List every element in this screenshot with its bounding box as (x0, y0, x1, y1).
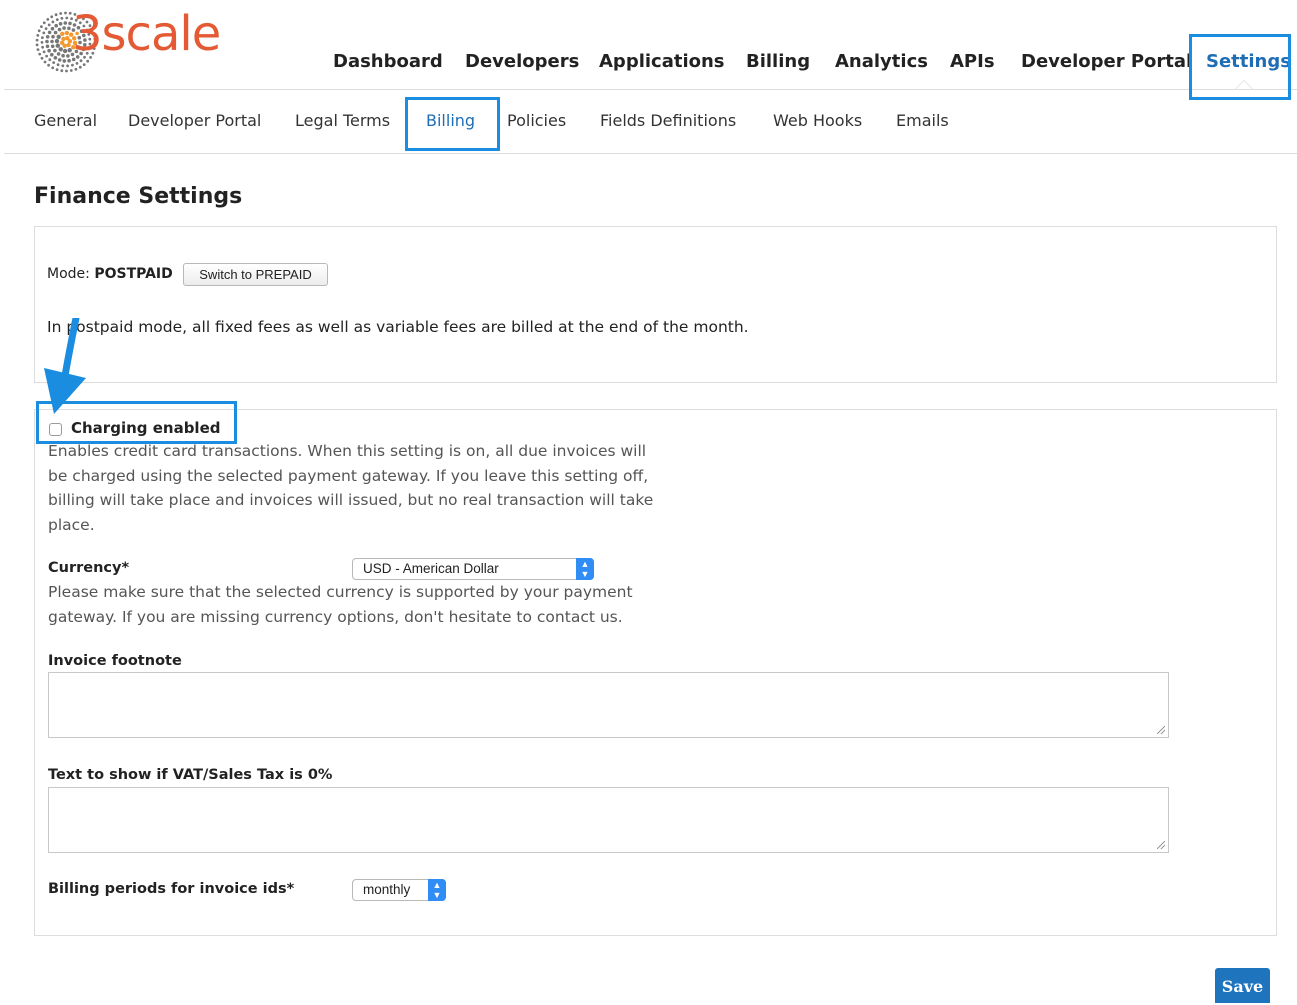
top-nav-apis[interactable]: APIs (950, 48, 995, 76)
sub-nav-policies[interactable]: Policies (507, 106, 566, 136)
header-divider (4, 89, 1297, 90)
vat-text-label: Text to show if VAT/Sales Tax is 0% (48, 767, 333, 783)
resize-grip-icon[interactable] (1157, 726, 1165, 734)
mode-description: In postpaid mode, all fixed fees as well… (47, 318, 749, 336)
billing-periods-select-value: monthly (363, 882, 411, 897)
billing-tab-highlight-annotation (405, 97, 500, 151)
brand-name[interactable]: 3scale (72, 6, 221, 62)
sub-nav-fields-definitions[interactable]: Fields Definitions (600, 106, 736, 136)
top-nav-dashboard[interactable]: Dashboard (333, 48, 443, 76)
charging-help-text: Enables credit card transactions. When t… (48, 442, 654, 534)
sub-nav-web-hooks[interactable]: Web Hooks (773, 106, 862, 136)
billing-periods-select[interactable]: monthly ▲ ▼ (352, 879, 446, 901)
select-arrows-icon: ▲ ▼ (428, 879, 446, 901)
currency-select-value: USD - American Dollar (363, 561, 499, 576)
mode-label: Mode: (47, 266, 90, 282)
page-title: Finance Settings (34, 184, 243, 209)
top-nav-developer-portal[interactable]: Developer Portal (1021, 48, 1192, 76)
top-nav-analytics[interactable]: Analytics (835, 48, 928, 76)
mode-row: Mode: POSTPAID (47, 263, 173, 285)
currency-select[interactable]: USD - American Dollar ▲ ▼ (352, 558, 594, 580)
sub-nav-general[interactable]: General (34, 106, 97, 136)
resize-grip-icon[interactable] (1157, 841, 1165, 849)
currency-help-text: Please make sure that the selected curre… (48, 583, 633, 626)
invoice-footnote-label: Invoice footnote (48, 653, 182, 669)
save-button[interactable]: Save (1215, 968, 1270, 1003)
billing-periods-label: Billing periods for invoice ids* (48, 881, 295, 897)
top-nav-billing[interactable]: Billing (746, 48, 810, 76)
vat-text-textarea[interactable] (48, 787, 1169, 853)
settings-highlight-annotation (1189, 34, 1291, 100)
switch-to-prepaid-button[interactable]: Switch to PREPAID (183, 263, 328, 286)
select-arrows-icon: ▲ ▼ (576, 558, 594, 580)
currency-label: Currency* (48, 560, 130, 576)
subnav-divider (4, 153, 1297, 154)
mode-panel (34, 226, 1277, 383)
arrow-annotation-icon (44, 318, 86, 414)
sub-nav-developer-portal[interactable]: Developer Portal (128, 106, 261, 136)
sub-nav-emails[interactable]: Emails (896, 106, 949, 136)
top-nav-applications[interactable]: Applications (599, 48, 725, 76)
sub-nav-legal-terms[interactable]: Legal Terms (295, 106, 390, 136)
top-nav-developers[interactable]: Developers (465, 48, 579, 76)
mode-value: POSTPAID (94, 266, 173, 282)
top-header: 3scale Dashboard Developers Applications… (0, 0, 1297, 100)
invoice-footnote-textarea[interactable] (48, 672, 1169, 738)
